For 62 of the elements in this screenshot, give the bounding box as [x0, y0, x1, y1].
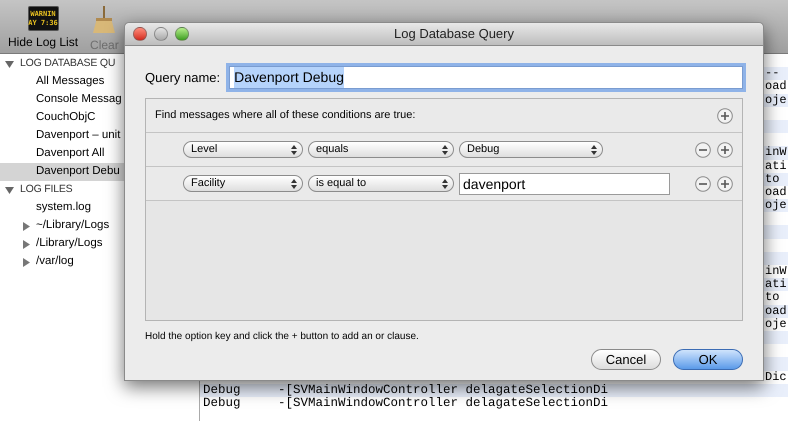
add-icon[interactable] [717, 142, 733, 158]
sidebar-item[interactable]: system.log [36, 199, 91, 217]
broom-icon [92, 6, 116, 34]
log-text: oje [765, 94, 787, 107]
updown-icon [591, 144, 597, 154]
sidebar-item[interactable]: Console Messag [36, 91, 122, 109]
predicate-header: Find messages where all of these conditions are true: [155, 108, 416, 124]
expand-triangle-icon[interactable] [22, 240, 31, 248]
zoom-button[interactable] [175, 27, 189, 41]
log-message: -[SVMainWindowController delagateSelectionDi [278, 384, 608, 397]
remove-icon[interactable] [695, 142, 711, 158]
updown-icon [291, 144, 297, 154]
remove-icon[interactable] [695, 176, 711, 192]
log-level: Debug [203, 384, 242, 397]
log-text: to [765, 291, 780, 304]
log-text: oje [765, 318, 787, 331]
close-button[interactable] [133, 27, 147, 41]
log-level: Debug [203, 396, 242, 410]
log-text: oad [765, 80, 787, 94]
popup-button[interactable]: is equal to [308, 175, 454, 192]
sidebar-item[interactable]: All Messages [36, 73, 104, 91]
sidebar-item[interactable]: Davenport – unit [36, 127, 120, 145]
cancel-button[interactable]: Cancel [591, 349, 661, 370]
sidebar-item[interactable]: /var/log [36, 253, 74, 271]
field-label: Query name: [145, 68, 220, 87]
updown-icon [442, 178, 448, 188]
popup-button[interactable]: Debug [459, 141, 603, 158]
collapse-triangle-icon[interactable] [5, 186, 14, 194]
ok-button[interactable]: OK [673, 349, 743, 370]
log-message: -[SVMainWindowController delagateSelectionDi [278, 396, 608, 410]
sidebar-item[interactable]: Davenport All [36, 145, 104, 163]
popup-button[interactable]: equals [308, 141, 454, 158]
log-text: inW [765, 146, 787, 160]
log-text: ati [765, 160, 787, 173]
log-text: oje [765, 199, 787, 212]
updown-icon [291, 178, 297, 188]
popup-button[interactable]: Level [183, 141, 303, 158]
log-text: Dic [765, 370, 787, 384]
log-text: inW [765, 265, 787, 278]
log-text: -- [765, 67, 780, 80]
sidebar-item[interactable]: ~/Library/Logs [36, 217, 110, 235]
log-text: ati [765, 278, 787, 292]
query-name-field[interactable]: Davenport Debug [229, 66, 743, 89]
log-text: to [765, 172, 780, 186]
toolbar-button[interactable]: Hide Log List [8, 35, 78, 49]
sidebar-item[interactable]: /Library/Logs [36, 235, 102, 253]
expand-triangle-icon[interactable] [22, 222, 31, 230]
add-icon[interactable] [717, 176, 733, 192]
collapse-triangle-icon[interactable] [5, 60, 14, 68]
minimize-button[interactable] [154, 27, 168, 41]
popup-button[interactable]: Facility [183, 175, 303, 192]
window-title: Log Database Query [394, 25, 514, 44]
hint-text: Hold the option key and click the + button to add an or clause. [145, 330, 420, 344]
expand-triangle-icon[interactable] [22, 258, 31, 266]
add-icon[interactable] [717, 108, 733, 124]
section-header: LOG DATABASE QU [20, 56, 116, 72]
log-text: oad [765, 304, 787, 318]
updown-icon [442, 144, 448, 154]
value-field[interactable]: davenport [459, 172, 670, 194]
log-text: oad [765, 186, 787, 199]
section-header: LOG FILES [20, 182, 72, 198]
sidebar-item[interactable]: CouchObjC [36, 109, 96, 127]
